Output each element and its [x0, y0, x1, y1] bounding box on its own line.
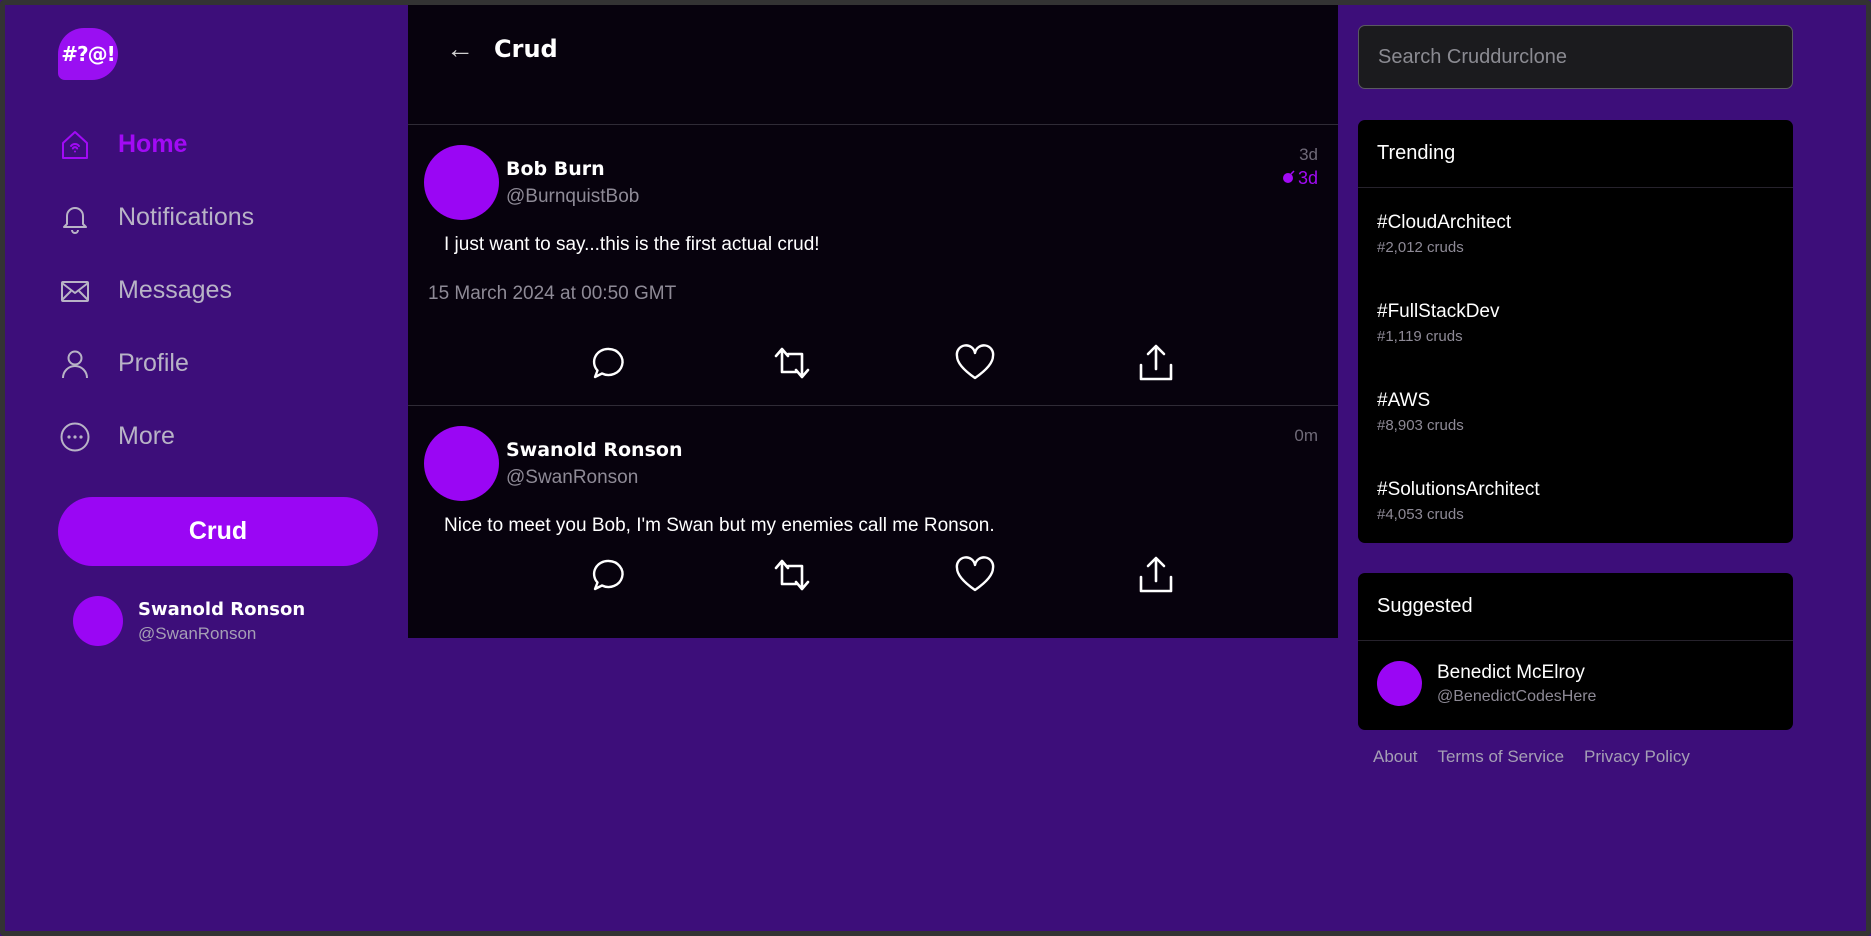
main-feed: ← Crud Bob Burn @BurnquistBob 3d 3d I ju… [408, 5, 1338, 638]
heart-icon [955, 344, 995, 380]
post-author-handle[interactable]: @BurnquistBob [506, 186, 639, 208]
trend-tag: #FullStackDev [1377, 301, 1500, 322]
post-timestamps: 3d 3d [1282, 145, 1318, 189]
like-button[interactable] [954, 338, 1136, 388]
sidebar-item-home[interactable]: Home [58, 108, 378, 181]
more-icon [58, 420, 92, 454]
trending-panel: Trending #CloudArchitect #2,012 cruds #F… [1358, 120, 1793, 543]
person-icon [58, 347, 92, 381]
share-button[interactable] [1136, 550, 1318, 600]
trend-item[interactable]: #CloudArchitect #2,012 cruds [1358, 188, 1793, 277]
footer-links: About Terms of Service Privacy Policy [1358, 747, 1793, 767]
trend-count: #8,903 cruds [1377, 417, 1464, 434]
trend-count: #4,053 cruds [1377, 506, 1464, 523]
current-user-card[interactable]: Swanold Ronson @SwanRonson [73, 596, 378, 646]
suggested-user-name: Benedict McElroy [1437, 661, 1585, 683]
home-icon [58, 128, 92, 162]
trend-tag: #AWS [1377, 390, 1431, 411]
post[interactable]: Swanold Ronson @SwanRonson 0m Nice to me… [408, 406, 1338, 638]
sidebar-item-messages[interactable]: Messages [58, 254, 378, 327]
trend-item[interactable]: #AWS #8,903 cruds [1358, 366, 1793, 455]
recrud-button[interactable] [772, 550, 954, 600]
back-arrow-icon[interactable]: ← [446, 31, 474, 67]
avatar [1377, 661, 1422, 706]
sidebar-item-label: Notifications [118, 203, 255, 231]
app-logo[interactable]: #?@! [58, 28, 118, 80]
footer-link-terms[interactable]: Terms of Service [1437, 747, 1564, 767]
main-nav: Home Notifications Messages Profile More [58, 108, 378, 473]
page-title: Crud [494, 35, 558, 63]
suggested-panel: Suggested Benedict McElroy @BenedictCode… [1358, 573, 1793, 730]
post-time: 0m [1294, 426, 1318, 445]
suggested-title: Suggested [1358, 573, 1793, 641]
crud-button[interactable]: Crud [58, 497, 378, 566]
sidebar-item-label: Messages [118, 276, 232, 304]
post-actions [590, 537, 1318, 613]
post-date: 15 March 2024 at 00:50 GMT [428, 283, 677, 304]
trend-tag: #CloudArchitect [1377, 212, 1512, 233]
like-button[interactable] [954, 550, 1136, 600]
left-sidebar: #?@! Home Notifications Messages Profile… [58, 28, 378, 646]
repost-icon [774, 347, 810, 379]
post-author-handle[interactable]: @SwanRonson [506, 467, 682, 489]
post[interactable]: Bob Burn @BurnquistBob 3d 3d I just want… [408, 125, 1338, 406]
envelope-icon [58, 274, 92, 308]
reply-button[interactable] [590, 550, 772, 600]
search-input[interactable] [1358, 25, 1793, 89]
trend-item[interactable]: #SolutionsArchitect #4,053 cruds [1358, 455, 1793, 543]
sidebar-item-more[interactable]: More [58, 400, 378, 473]
trending-title: Trending [1358, 120, 1793, 188]
share-icon [1139, 556, 1173, 593]
avatar[interactable] [424, 145, 499, 220]
suggested-user-handle: @BenedictCodesHere [1437, 687, 1597, 705]
trend-item[interactable]: #FullStackDev #1,119 cruds [1358, 277, 1793, 366]
post-text: Nice to meet you Bob, I'm Swan but my en… [444, 515, 995, 536]
post-timestamps: 0m [1294, 426, 1318, 446]
post-text: I just want to say...this is the first a… [444, 234, 820, 255]
current-user-handle: @SwanRonson [138, 623, 257, 643]
suggested-user[interactable]: Benedict McElroy @BenedictCodesHere [1358, 641, 1793, 726]
footer-link-about[interactable]: About [1373, 747, 1417, 767]
post-time: 3d [1299, 145, 1318, 164]
right-column: Trending #CloudArchitect #2,012 cruds #F… [1358, 25, 1793, 767]
trend-count: #2,012 cruds [1377, 239, 1464, 256]
heart-icon [955, 556, 995, 592]
footer-link-privacy[interactable]: Privacy Policy [1584, 747, 1690, 767]
post-author-name[interactable]: Bob Burn [506, 158, 639, 180]
sidebar-item-label: More [118, 422, 175, 450]
reply-icon [592, 559, 624, 591]
post-author-name[interactable]: Swanold Ronson [506, 439, 682, 461]
avatar [73, 596, 123, 646]
recrud-button[interactable] [772, 338, 954, 388]
post-actions [590, 325, 1318, 401]
bell-icon [58, 201, 92, 235]
avatar[interactable] [424, 426, 499, 501]
trend-count: #1,119 cruds [1377, 328, 1463, 345]
share-icon [1139, 344, 1173, 381]
reply-button[interactable] [590, 338, 772, 388]
sidebar-item-notifications[interactable]: Notifications [58, 181, 378, 254]
share-button[interactable] [1136, 338, 1318, 388]
sidebar-item-label: Profile [118, 349, 189, 377]
repost-icon [774, 559, 810, 591]
reply-icon [592, 347, 624, 379]
trend-tag: #SolutionsArchitect [1377, 479, 1540, 500]
sidebar-item-label: Home [118, 130, 188, 158]
feed-header: ← Crud [408, 5, 1338, 125]
post-expiry-time: 3d [1297, 168, 1318, 188]
current-user-name: Swanold Ronson [138, 598, 306, 620]
sidebar-item-profile[interactable]: Profile [58, 327, 378, 400]
bomb-icon [1282, 168, 1296, 189]
